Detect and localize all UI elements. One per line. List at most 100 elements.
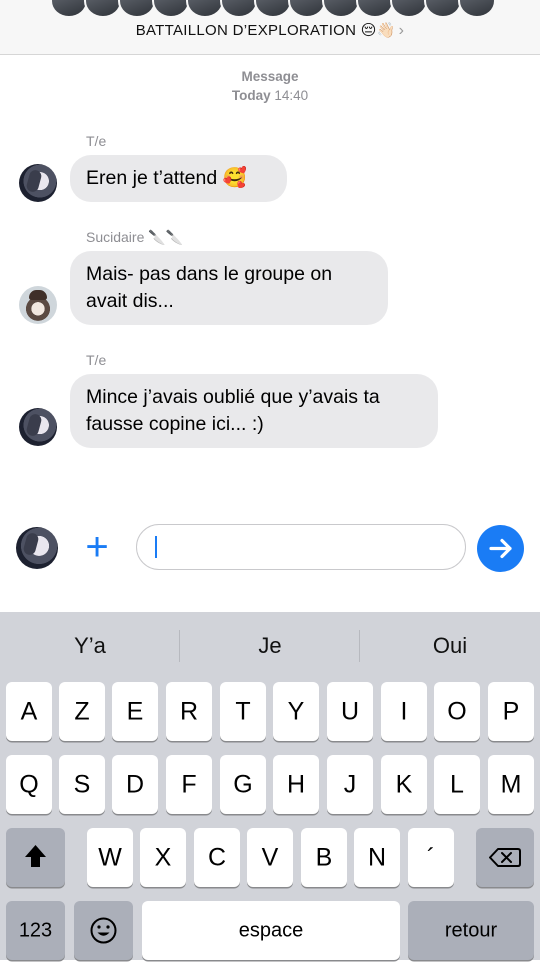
accent-key[interactable]: ´ [408,828,454,887]
avatar [322,0,360,18]
key-label: I [400,697,408,725]
key[interactable]: S [59,755,105,814]
emoji-face-icon [90,917,117,944]
key-label: retour [444,919,498,941]
send-button[interactable] [477,525,524,572]
sender-name: T/e [86,133,107,149]
send-arrow-icon [489,538,512,559]
key-label: D [125,770,145,798]
key[interactable]: Q [6,755,52,814]
message-text: Eren je t’attend 🥰 [86,167,247,189]
key[interactable]: G [220,755,266,814]
message-text-line: fausse copine ici... :) [86,413,264,435]
key-label: K [395,770,413,798]
key-label: S [73,770,91,798]
key[interactable]: T [220,682,266,741]
text-caret [155,536,157,558]
group-avatars [50,0,496,18]
key[interactable]: P [488,682,534,741]
group-name: BATTAILLON D’EXPLORATION 😔👋🏻 [135,22,396,39]
avatar [288,0,326,18]
suggestion[interactable]: Oui [360,612,540,678]
key-label: ´ [426,843,436,871]
key[interactable]: X [140,828,186,887]
timestamp-time: 14:40 [274,88,309,103]
key[interactable]: A [6,682,52,741]
suggestion[interactable]: Je [180,612,360,678]
sender-name: T/e [86,352,107,368]
key[interactable]: H [273,755,319,814]
suggestion[interactable]: Y’a [0,612,180,678]
key[interactable]: R [166,682,212,741]
backspace-icon [489,848,521,867]
shift-key[interactable] [6,828,65,887]
message-bubble[interactable]: Eren je t’attend 🥰 [70,155,287,202]
key-label: V [261,843,279,871]
keyboard: Y’a Je Oui A Z E R T Y U I O P Q S D F G… [0,612,540,960]
avatar [118,0,156,18]
backspace-key[interactable] [476,828,534,887]
key[interactable]: M [488,755,534,814]
key-label: P [502,697,520,725]
avatar[interactable] [19,164,57,202]
key-label: N [367,843,387,871]
avatar [424,0,462,18]
key-label: R [179,697,199,725]
avatar [356,0,394,18]
key-label: E [126,697,144,725]
key[interactable]: Y [273,682,319,741]
key[interactable]: O [434,682,480,741]
timestamp-day: Today [231,88,271,103]
key[interactable]: W [87,828,133,887]
key-label: W [98,843,122,871]
user-avatar[interactable] [16,527,58,569]
key-label: Q [19,770,39,798]
key[interactable]: L [434,755,480,814]
key-label: T [235,697,251,725]
emoji-key[interactable] [74,901,133,960]
key[interactable]: K [381,755,427,814]
key[interactable]: F [166,755,212,814]
key[interactable]: I [381,682,427,741]
key-label: Y [287,697,305,725]
key-label: C [207,843,227,871]
space-key[interactable]: espace [142,901,400,960]
key[interactable]: E [112,682,158,741]
key[interactable]: Z [59,682,105,741]
avatar [254,0,292,18]
key[interactable]: V [247,828,293,887]
message-bubble[interactable]: Mince j’avais oublié que y’avais ta faus… [70,374,438,448]
avatar[interactable] [19,408,57,446]
add-attachment-button[interactable]: + [80,527,114,567]
key-label: Z [74,697,90,725]
avatar [84,0,122,18]
key[interactable]: N [354,828,400,887]
key[interactable]: J [327,755,373,814]
key-label: M [500,770,522,798]
key-label: G [233,770,253,798]
key[interactable]: U [327,682,373,741]
message-bubble[interactable]: Mais- pas dans le groupe on avait dis... [70,251,388,325]
message-input[interactable] [136,524,466,570]
message-text-line: avait dis... [86,290,174,312]
avatar [152,0,190,18]
group-title[interactable]: BATTAILLON D’EXPLORATION 😔👋🏻 › [0,21,540,40]
key-label: 123 [18,919,53,941]
message-timestamp: Today 14:40 [0,88,540,103]
avatar[interactable] [19,286,57,324]
key-label: A [20,697,38,725]
key-label: J [343,770,357,798]
return-key[interactable]: retour [408,901,534,960]
conversation-header[interactable]: BATTAILLON D’EXPLORATION 😔👋🏻 › [0,0,540,55]
avatar [390,0,428,18]
message-service-label: Message [241,69,299,84]
message-text-line: Mais- pas dans le groupe on [86,263,333,285]
key[interactable]: C [194,828,240,887]
message-text-line: Mince j’avais oublié que y’avais ta [86,386,380,408]
numbers-key[interactable]: 123 [6,901,65,960]
key[interactable]: D [112,755,158,814]
key[interactable]: B [301,828,347,887]
avatar [220,0,258,18]
shift-arrow-icon [25,845,46,867]
key-label: F [181,770,197,798]
